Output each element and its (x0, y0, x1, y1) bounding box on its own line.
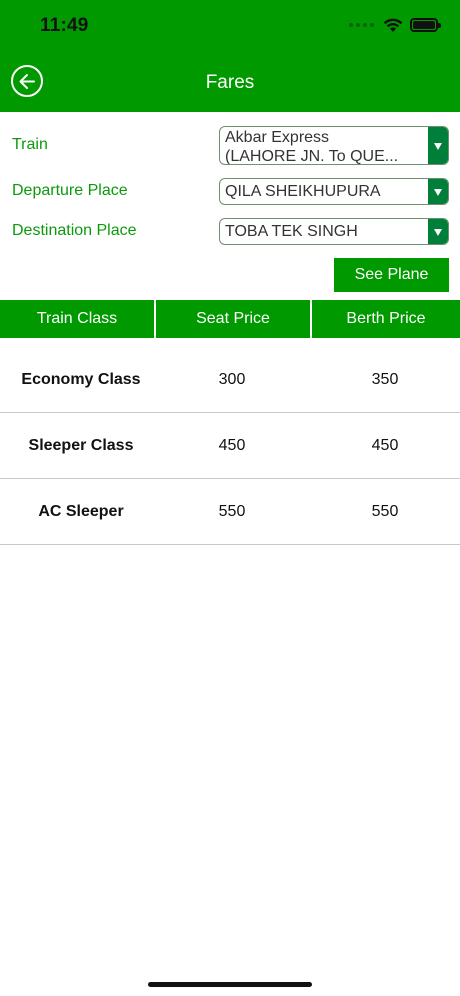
destination-select-value: TOBA TEK SINGH (225, 223, 358, 240)
destination-select[interactable]: TOBA TEK SINGH (219, 218, 449, 245)
signal-icon (349, 23, 374, 27)
chevron-down-icon (428, 179, 448, 204)
cell-berth-price: 350 (371, 371, 399, 388)
cell-seat-price: 300 (218, 371, 246, 388)
page-title: Fares (205, 72, 255, 93)
header-berth-price: Berth Price (312, 300, 460, 338)
table-row: Economy Class 300 350 (0, 347, 460, 413)
cell-seat-price: 450 (218, 437, 246, 454)
header-seat-price: Seat Price (156, 300, 310, 338)
departure-select-value: QILA SHEIKHUPURA (225, 183, 381, 200)
chevron-down-icon (428, 219, 448, 244)
table-row: Sleeper Class 450 450 (0, 413, 460, 479)
departure-label: Departure Place (12, 182, 128, 199)
wifi-icon (383, 18, 403, 32)
see-plane-button[interactable]: See Plane (334, 258, 449, 292)
status-icons (349, 17, 441, 33)
cell-berth-price: 550 (371, 503, 399, 520)
table-header: Train Class Seat Price Berth Price (0, 300, 460, 338)
train-select-line2: (LAHORE JN. To QUE... (225, 148, 399, 165)
battery-icon (410, 18, 441, 32)
cell-train-class: Economy Class (21, 371, 141, 388)
header-train-class: Train Class (0, 300, 154, 338)
cell-seat-price: 550 (218, 503, 246, 520)
home-indicator[interactable] (148, 982, 312, 987)
destination-label: Destination Place (12, 222, 137, 239)
app-header: 11:49 Fares (0, 0, 460, 112)
cell-train-class: Sleeper Class (28, 437, 134, 454)
train-label: Train (12, 136, 48, 153)
cell-train-class: AC Sleeper (38, 503, 124, 520)
cell-berth-price: 450 (371, 437, 399, 454)
table-row: AC Sleeper 550 550 (0, 479, 460, 545)
chevron-down-icon (428, 127, 448, 164)
train-select-line1: Akbar Express (225, 129, 330, 146)
status-time: 11:49 (40, 15, 89, 36)
train-select[interactable]: Akbar Express (LAHORE JN. To QUE... (219, 126, 449, 165)
departure-select[interactable]: QILA SHEIKHUPURA (219, 178, 449, 205)
status-bar: 11:49 (0, 0, 460, 50)
